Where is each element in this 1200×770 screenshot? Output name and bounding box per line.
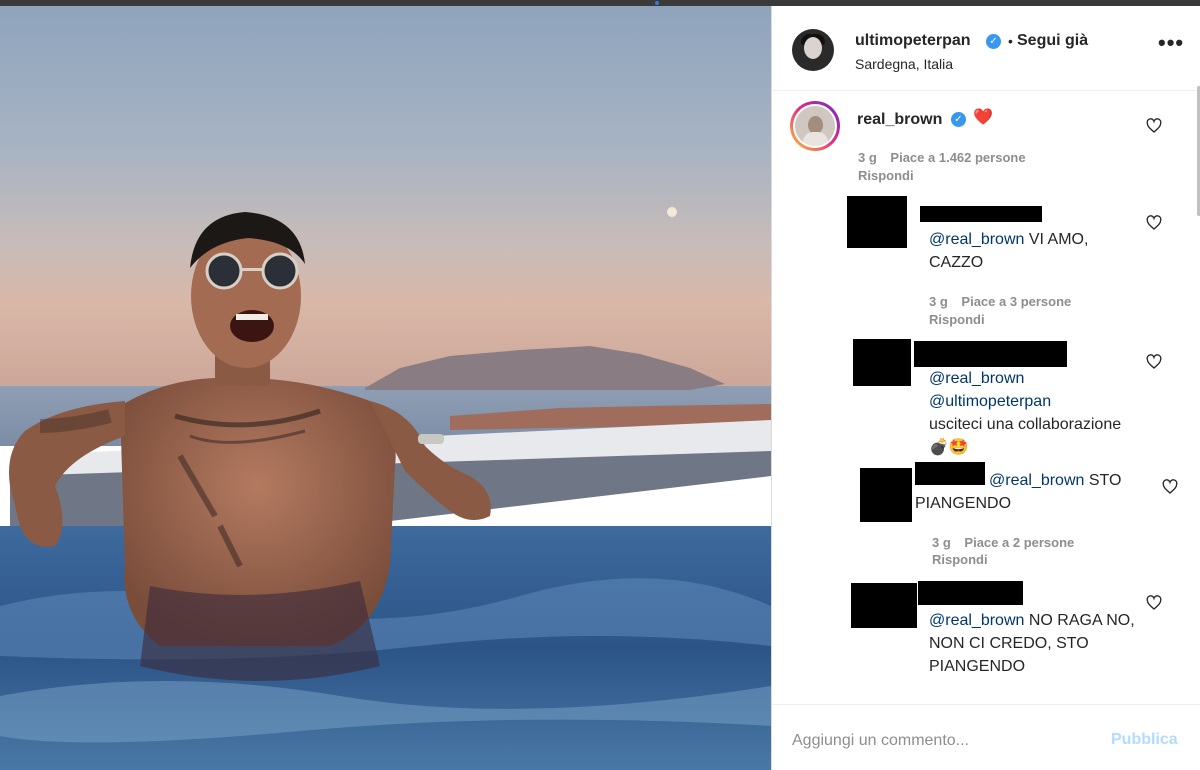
reply-meta: 3 g Piace a 3 persone [929,294,1081,309]
reply-mention[interactable]: @real_brown [989,472,1084,489]
heart-icon[interactable] [1146,118,1162,134]
post-location[interactable]: Sardegna, Italia [855,56,953,72]
heart-icon[interactable] [1146,215,1162,231]
reply-likes[interactable]: Piace a 2 persone [964,535,1074,550]
post-sidebar: ultimopeterpan ✓ • Segui già Sardegna, I… [771,6,1200,770]
comment-likes[interactable]: Piace a 1.462 persone [890,150,1025,165]
redacted-username [918,581,1023,605]
commenter-avatar[interactable] [790,101,840,151]
heart-icon[interactable] [1146,354,1162,370]
reply-button[interactable]: Rispondi [858,168,914,183]
redacted-avatar [847,196,907,248]
comment-age: 3 g [858,150,877,165]
reply-meta: 3 g Piace a 2 persone [932,535,1084,550]
reply-text: @real_brown STO PIANGENDO [915,469,1160,515]
publish-button[interactable]: Pubblica [1111,731,1178,749]
author-avatar[interactable] [792,29,834,71]
commenter-avatar-body [803,132,828,146]
redacted-avatar [853,339,911,386]
follow-status-button[interactable]: Segui già [1017,32,1088,50]
more-options-icon[interactable]: ••• [1158,32,1184,54]
redacted-username [914,341,1067,367]
reply-likes[interactable]: Piace a 3 persone [961,294,1071,309]
verified-badge-icon: ✓ [951,112,966,127]
redacted-username [920,206,1042,222]
reply-mention[interactable]: @real_brown [929,231,1024,248]
comment-composer: Pubblica [772,704,1200,770]
author-username[interactable]: ultimopeterpan [855,32,971,50]
redacted-avatar [851,583,917,628]
author-avatar-face [804,37,822,59]
redacted-avatar [860,468,912,522]
reply-mention[interactable]: @real_brown [929,612,1024,629]
heart-icon[interactable] [1146,595,1162,611]
reply-mention-2[interactable]: @ultimopeterpan [929,393,1051,410]
header-separator: • [1008,33,1013,49]
reply-text: @real_brown @ultimopeterpan usciteci una c… [929,367,1139,459]
post-header: ultimopeterpan ✓ • Segui già Sardegna, I… [772,6,1200,91]
commenter-avatar-photo [795,106,835,146]
reply-mention[interactable]: @real_brown [929,370,1024,387]
reply-text: @real_brown NO RAGA NO, NON CI CREDO, ST… [929,609,1139,678]
reply-age: 3 g [932,535,951,550]
photo-image [0,6,771,770]
reply-button[interactable]: Rispondi [932,552,988,567]
comment-meta: 3 g Piace a 1.462 persone [858,150,1036,165]
heart-icon[interactable] [1162,479,1178,495]
comment-text: ❤️ [973,109,993,126]
reply-body: usciteci una collaborazione 💣🤩 [929,416,1122,456]
verified-badge-icon: ✓ [986,34,1001,49]
reply-age: 3 g [929,294,948,309]
comment-input[interactable] [792,729,1092,753]
reply-text: @real_brown VI AMO, CAZZO [929,228,1129,274]
top-strip-dot [655,1,659,5]
comment-username[interactable]: real_brown [857,111,942,129]
reply-button[interactable]: Rispondi [929,312,985,327]
post-photo[interactable] [0,6,771,770]
